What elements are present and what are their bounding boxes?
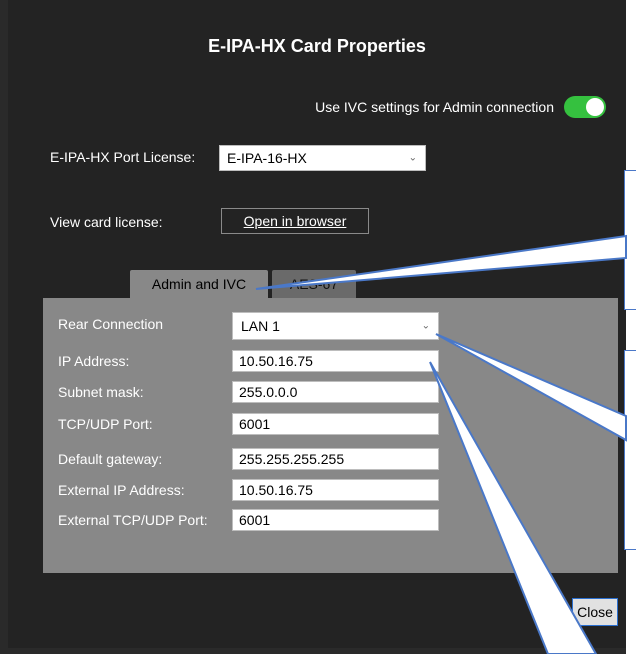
callout-pointers	[255, 234, 627, 654]
callout-pointer-tabs	[255, 234, 627, 290]
